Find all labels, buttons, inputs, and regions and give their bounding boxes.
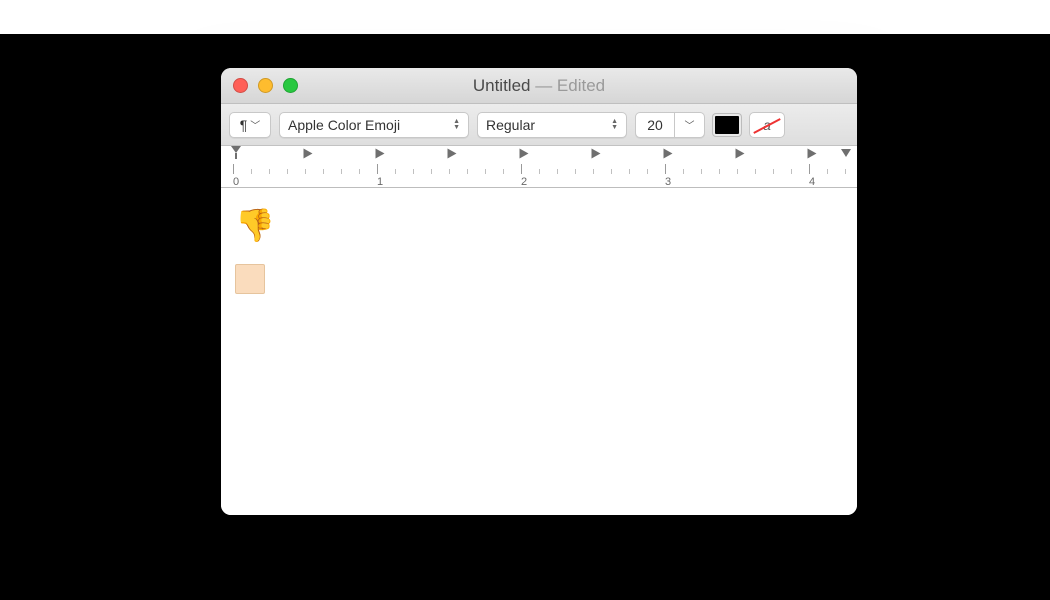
font-family-select[interactable]: Apple Color Emoji ▲▼ (279, 112, 469, 138)
page-top-whitespace (0, 0, 1050, 34)
ruler-label: 2 (521, 176, 527, 188)
ruler-label: 4 (809, 176, 815, 188)
textedit-window: Untitled — Edited ¶ ﹀ Apple Color Emoji … (221, 68, 857, 515)
tab-stop-icon[interactable] (664, 149, 673, 159)
tab-stop-icon[interactable] (808, 149, 817, 159)
stepper-icon: ▲▼ (611, 119, 618, 131)
document-text-area[interactable]: 👎 (221, 188, 857, 515)
ruler-label: 3 (665, 176, 671, 188)
font-size-value: 20 (647, 117, 663, 133)
tab-stop-icon[interactable] (520, 149, 529, 159)
window-title-suffix: — Edited (530, 76, 605, 95)
chevron-down-icon: ﹀ (250, 117, 260, 132)
highlight-color-button[interactable]: a (749, 112, 785, 138)
close-icon[interactable] (233, 78, 248, 93)
chevron-down-icon: ﹀ (685, 117, 695, 132)
font-family-label: Apple Color Emoji (288, 117, 400, 133)
window-title-main: Untitled (473, 76, 531, 95)
text-color-well[interactable] (713, 114, 741, 136)
paragraph-style-button[interactable]: ¶ ﹀ (229, 112, 271, 138)
ruler[interactable]: 0 1 2 3 4 (221, 146, 857, 188)
tab-stop-icon[interactable] (592, 149, 601, 159)
format-toolbar: ¶ ﹀ Apple Color Emoji ▲▼ Regular ▲▼ 20 ﹀… (221, 104, 857, 146)
zoom-icon[interactable] (283, 78, 298, 93)
titlebar[interactable]: Untitled — Edited (221, 68, 857, 104)
tab-stop-icon[interactable] (448, 149, 457, 159)
ruler-label: 0 (233, 176, 239, 188)
skin-tone-modifier-swatch (235, 264, 265, 294)
stepper-icon: ▲▼ (453, 119, 460, 131)
thumbs-down-emoji: 👎 (235, 207, 275, 243)
font-style-select[interactable]: Regular ▲▼ (477, 112, 627, 138)
document-line-2 (235, 251, 843, 302)
tab-stop-icon[interactable] (304, 149, 313, 159)
minimize-icon[interactable] (258, 78, 273, 93)
font-size-field[interactable]: 20 (635, 112, 675, 138)
right-indent-marker[interactable] (841, 149, 851, 157)
font-size-group: 20 ﹀ (635, 112, 705, 138)
tab-stops (233, 149, 857, 163)
tab-stop-icon[interactable] (376, 149, 385, 159)
document-line-1: 👎 (235, 200, 843, 251)
window-title: Untitled — Edited (221, 76, 857, 96)
pilcrow-icon: ¶ (240, 117, 248, 133)
ruler-ticks: 0 1 2 3 4 (233, 164, 857, 188)
tab-stop-icon[interactable] (736, 149, 745, 159)
font-style-label: Regular (486, 117, 535, 133)
ruler-label: 1 (377, 176, 383, 188)
traffic-lights (233, 78, 298, 93)
font-size-dropdown-button[interactable]: ﹀ (675, 112, 705, 138)
